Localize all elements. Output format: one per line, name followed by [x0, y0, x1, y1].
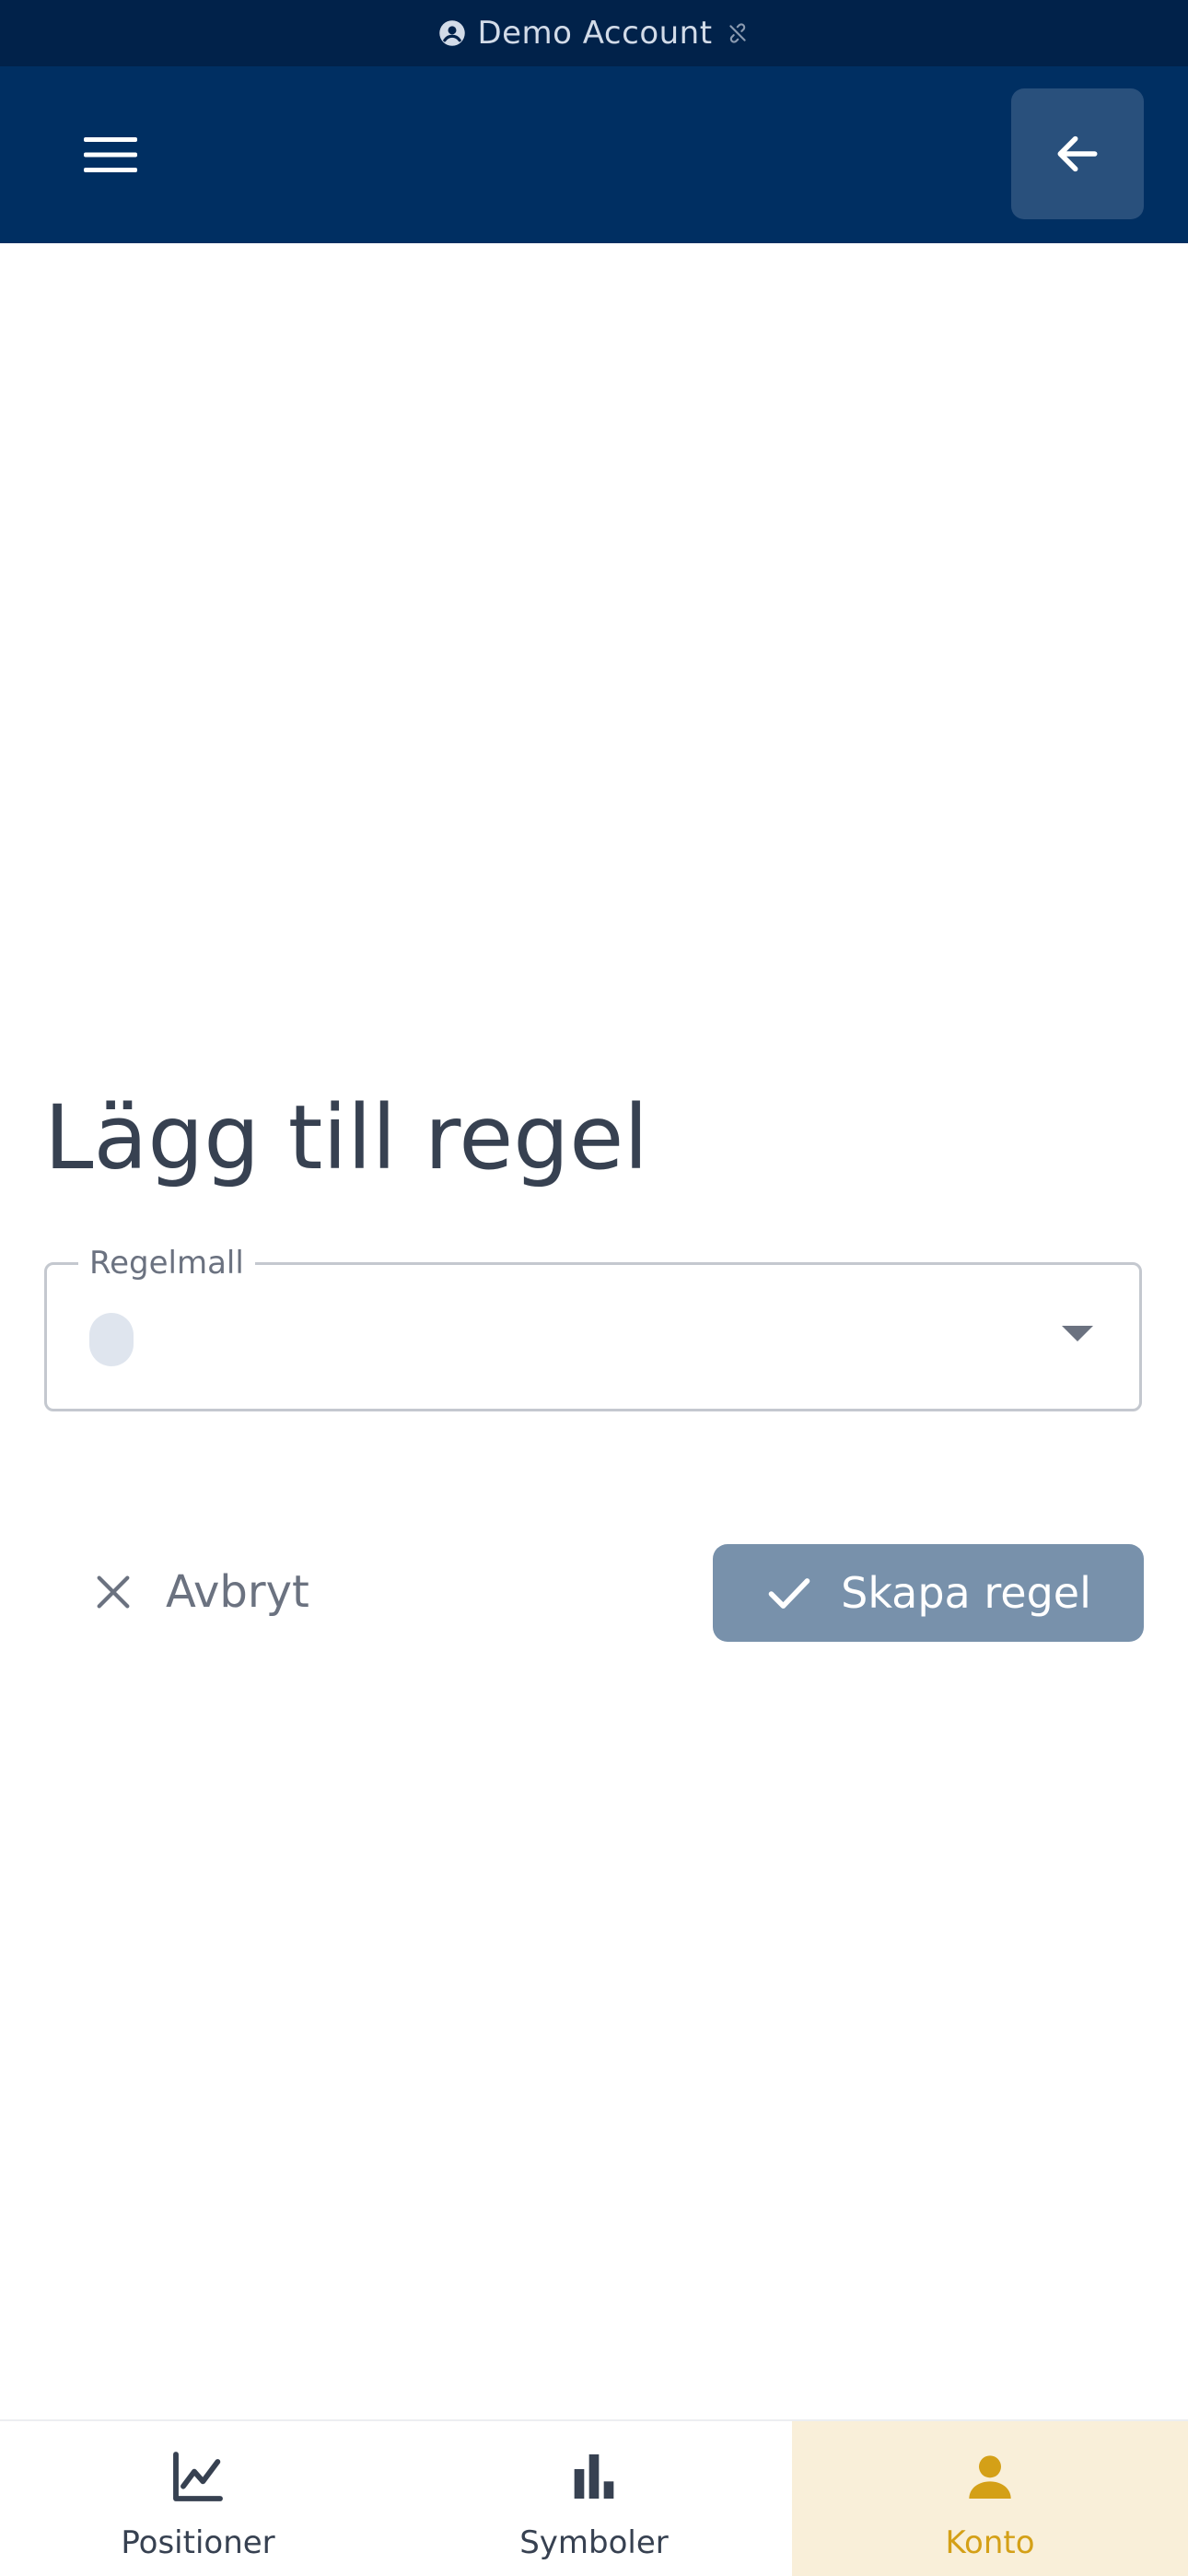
nav-item-symboler[interactable]: Symboler — [396, 2421, 792, 2576]
page-title: Lägg till regel — [44, 1086, 648, 1189]
cancel-label: Avbryt — [166, 1566, 309, 1618]
menu-button[interactable] — [74, 118, 147, 192]
bottom-navigation: Positioner Symboler Konto — [0, 2419, 1188, 2576]
nav-label-konto: Konto — [945, 2524, 1035, 2561]
person-icon — [969, 2455, 1011, 2499]
arrow-left-icon — [1057, 135, 1098, 172]
demo-account-banner: Demo Account — [0, 0, 1188, 66]
link-off-icon — [728, 23, 746, 43]
nav-label-positioner: Positioner — [121, 2524, 275, 2561]
account-circle-icon — [439, 20, 466, 46]
line-chart-icon — [173, 2452, 223, 2501]
bar-chart-icon — [574, 2454, 614, 2499]
nav-label-symboler: Symboler — [519, 2524, 669, 2561]
back-button[interactable] — [1011, 88, 1144, 219]
close-icon — [97, 1575, 130, 1609]
check-icon — [768, 1578, 810, 1609]
nav-item-positioner[interactable]: Positioner — [0, 2421, 396, 2576]
rule-template-label: Regelmall — [78, 1243, 255, 1283]
dropdown-arrow-icon — [1062, 1326, 1093, 1341]
app-bar — [0, 66, 1188, 243]
create-rule-label: Skapa regel — [841, 1568, 1091, 1618]
create-rule-button[interactable]: Skapa regel — [713, 1544, 1144, 1642]
nav-item-konto[interactable]: Konto — [792, 2421, 1188, 2576]
hamburger-menu-icon — [84, 137, 137, 172]
cancel-button[interactable]: Avbryt — [70, 1544, 332, 1640]
loading-placeholder — [89, 1313, 134, 1366]
demo-account-label: Demo Account — [477, 15, 713, 52]
rule-template-select[interactable]: Regelmall — [44, 1243, 1142, 1411]
